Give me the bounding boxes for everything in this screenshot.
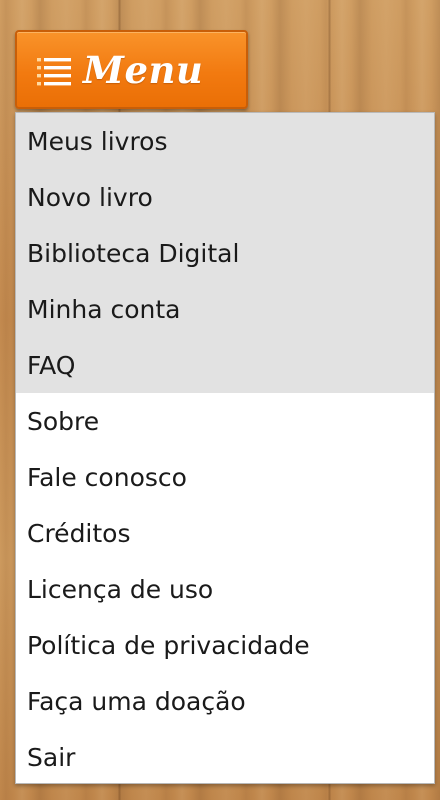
menu-item-sair[interactable]: Sair [16, 729, 434, 783]
menu-item-fale-conosco[interactable]: Fale conosco [16, 449, 434, 505]
menu-item-sobre[interactable]: Sobre [16, 393, 434, 449]
hamburger-icon [37, 54, 71, 88]
menu-item-minha-conta[interactable]: Minha conta [16, 281, 434, 337]
menu-item-politica-de-privacidade[interactable]: Política de privacidade [16, 617, 434, 673]
menu-item-meus-livros[interactable]: Meus livros [16, 113, 434, 169]
menu-button[interactable]: Menu [15, 30, 248, 109]
dropdown-menu: Meus livros Novo livro Biblioteca Digita… [15, 112, 435, 784]
menu-item-faq[interactable]: FAQ [16, 337, 434, 393]
menu-item-creditos[interactable]: Créditos [16, 505, 434, 561]
menu-button-label: Menu [83, 47, 204, 92]
menu-item-biblioteca-digital[interactable]: Biblioteca Digital [16, 225, 434, 281]
menu-item-faca-uma-doacao[interactable]: Faça uma doação [16, 673, 434, 729]
menu-item-licenca-de-uso[interactable]: Licença de uso [16, 561, 434, 617]
menu-item-novo-livro[interactable]: Novo livro [16, 169, 434, 225]
